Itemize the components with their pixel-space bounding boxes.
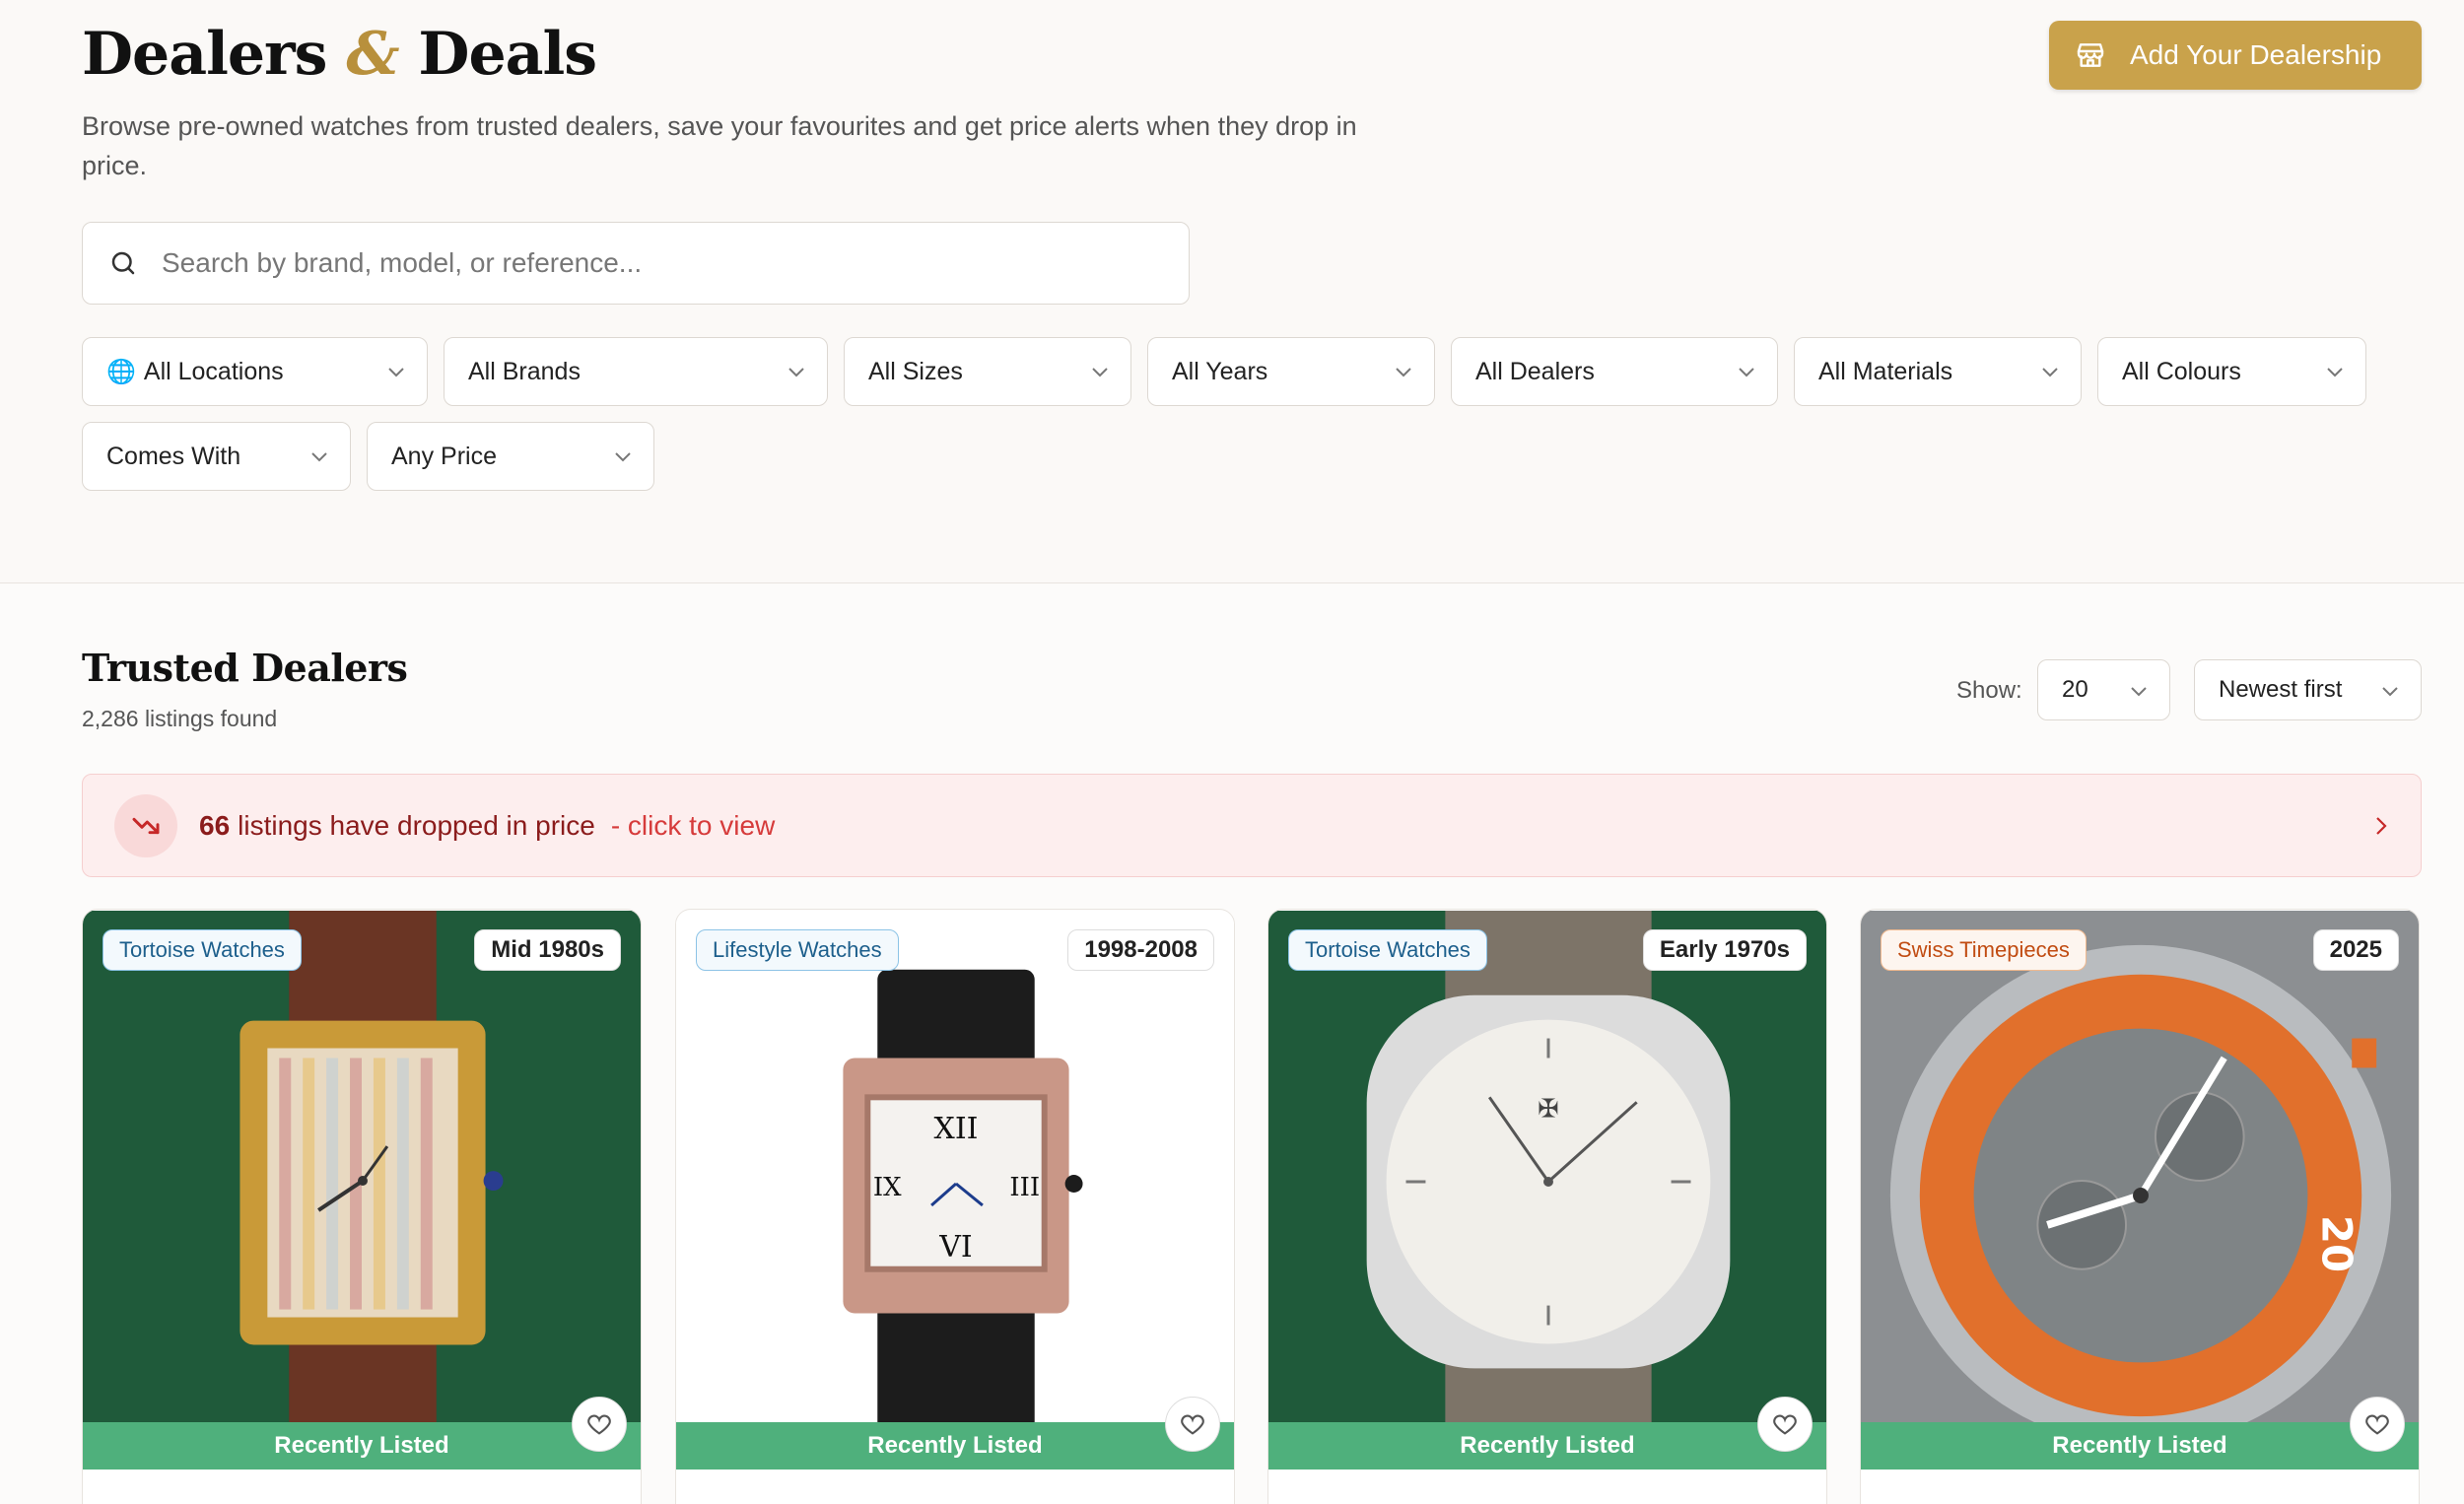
year-badge: 2025 bbox=[2312, 929, 2399, 971]
favourite-button[interactable] bbox=[2350, 1397, 2405, 1452]
dealer-badge: Swiss Timepieces bbox=[1881, 929, 2087, 971]
favourite-button[interactable] bbox=[1165, 1397, 1220, 1452]
show-label: Show: bbox=[1956, 677, 2022, 704]
sort-value: Newest first bbox=[2219, 676, 2343, 703]
dealer-badge: Tortoise Watches bbox=[1288, 929, 1487, 971]
heart-icon bbox=[2365, 1414, 2389, 1435]
page-header: Dealers & Deals Browse pre-owned watches… bbox=[0, 0, 2464, 583]
search-icon bbox=[111, 251, 135, 275]
title-part-dealers: Dealers bbox=[82, 20, 327, 89]
trending-down-icon bbox=[114, 793, 177, 857]
recently-listed-ribbon: Recently Listed bbox=[1268, 1422, 1826, 1470]
page-size-value: 20 bbox=[2062, 676, 2088, 703]
svg-text:✠: ✠ bbox=[1538, 1094, 1559, 1124]
heart-icon bbox=[1181, 1414, 1204, 1435]
filter-label: All Sizes bbox=[868, 357, 963, 385]
chevron-down-icon bbox=[2042, 368, 2058, 377]
filter-colours[interactable]: All Colours bbox=[2097, 337, 2366, 406]
chevron-down-icon bbox=[388, 368, 404, 377]
listing-card[interactable]: ✠ Tortoise Watches Early 1970s Recently … bbox=[1267, 909, 1827, 1504]
svg-text:VI: VI bbox=[938, 1230, 972, 1265]
section-title: Trusted Dealers bbox=[82, 646, 408, 690]
filter-years[interactable]: All Years bbox=[1147, 337, 1435, 406]
filter-price[interactable]: Any Price bbox=[367, 422, 654, 491]
chevron-down-icon bbox=[2382, 687, 2398, 697]
svg-text:20: 20 bbox=[2312, 1215, 2361, 1272]
chevron-down-icon bbox=[2327, 368, 2343, 377]
watch-image bbox=[83, 911, 641, 1469]
chevron-down-icon bbox=[2131, 687, 2147, 697]
watch-image: XII VI IX III bbox=[676, 911, 1234, 1469]
listing-card[interactable]: XII VI IX III Lifestyle Watches 1998-200… bbox=[675, 909, 1235, 1504]
filter-label: All Colours bbox=[2122, 357, 2241, 385]
dealer-badge: Tortoise Watches bbox=[103, 929, 302, 971]
listing-card[interactable]: Tortoise Watches Mid 1980s Recently List… bbox=[82, 909, 642, 1504]
favourite-button[interactable] bbox=[572, 1397, 627, 1452]
store-icon bbox=[2077, 43, 2104, 67]
recently-listed-ribbon: Recently Listed bbox=[676, 1422, 1234, 1470]
page-subtitle: Browse pre-owned watches from trusted de… bbox=[82, 111, 1357, 180]
favourite-button[interactable] bbox=[1757, 1397, 1813, 1452]
page-title: Dealers & Deals bbox=[82, 20, 597, 89]
search-input[interactable]: Search by brand, model, or reference... bbox=[82, 222, 1190, 305]
page-size-select[interactable]: 20 bbox=[2037, 659, 2170, 720]
listing-card[interactable]: 20 Swiss Timepieces 2025 Recently Listed bbox=[1860, 909, 2420, 1504]
svg-text:IX: IX bbox=[873, 1173, 902, 1202]
price-drop-count: 66 bbox=[199, 809, 231, 841]
chevron-down-icon bbox=[1092, 368, 1108, 377]
chevron-down-icon bbox=[311, 452, 327, 462]
filter-label: Comes With bbox=[106, 442, 241, 470]
add-dealership-button[interactable]: Add Your Dealership bbox=[2049, 21, 2422, 90]
listing-count: 2,286 listings found bbox=[82, 706, 278, 731]
year-badge: Mid 1980s bbox=[474, 929, 621, 971]
filter-label: Any Price bbox=[391, 442, 497, 470]
title-part-deals: Deals bbox=[418, 20, 597, 89]
search-placeholder: Search by brand, model, or reference... bbox=[162, 247, 643, 278]
recently-listed-ribbon: Recently Listed bbox=[83, 1422, 641, 1470]
svg-text:XII: XII bbox=[934, 1112, 979, 1146]
watch-image: 20 bbox=[1861, 911, 2419, 1469]
year-badge: 1998-2008 bbox=[1067, 929, 1214, 971]
filter-comes-with[interactable]: Comes With bbox=[82, 422, 351, 491]
price-drop-text: listings have dropped in price bbox=[238, 809, 595, 841]
filter-label: All Brands bbox=[468, 357, 581, 385]
globe-icon: 🌐 bbox=[106, 358, 136, 385]
price-drop-banner[interactable]: 66 listings have dropped in price - clic… bbox=[82, 774, 2422, 877]
svg-text:III: III bbox=[1009, 1173, 1040, 1202]
recently-listed-ribbon: Recently Listed bbox=[1861, 1422, 2419, 1470]
chevron-down-icon bbox=[615, 452, 631, 462]
price-drop-link[interactable]: - click to view bbox=[611, 810, 775, 842]
filter-label: All Locations bbox=[143, 357, 284, 385]
heart-icon bbox=[587, 1414, 611, 1435]
chevron-down-icon bbox=[1396, 368, 1411, 377]
filter-sizes[interactable]: All Sizes bbox=[844, 337, 1131, 406]
chevron-right-icon bbox=[2376, 817, 2387, 835]
filter-dealers[interactable]: All Dealers bbox=[1451, 337, 1778, 406]
chevron-down-icon bbox=[788, 368, 804, 377]
filter-label: All Dealers bbox=[1475, 357, 1595, 385]
filter-label: All Materials bbox=[1818, 357, 1953, 385]
dealer-badge: Lifestyle Watches bbox=[696, 929, 899, 971]
watch-image: ✠ bbox=[1268, 911, 1826, 1469]
filter-label: All Years bbox=[1172, 357, 1268, 385]
title-ampersand: & bbox=[346, 20, 399, 89]
filter-brands[interactable]: All Brands bbox=[444, 337, 828, 406]
add-dealership-label: Add Your Dealership bbox=[2130, 39, 2382, 70]
year-badge: Early 1970s bbox=[1642, 929, 1807, 971]
heart-icon bbox=[1773, 1414, 1797, 1435]
filter-locations[interactable]: 🌐 All Locations bbox=[82, 337, 428, 406]
sort-select[interactable]: Newest first bbox=[2194, 659, 2422, 720]
chevron-down-icon bbox=[1739, 368, 1754, 377]
filter-materials[interactable]: All Materials bbox=[1794, 337, 2082, 406]
